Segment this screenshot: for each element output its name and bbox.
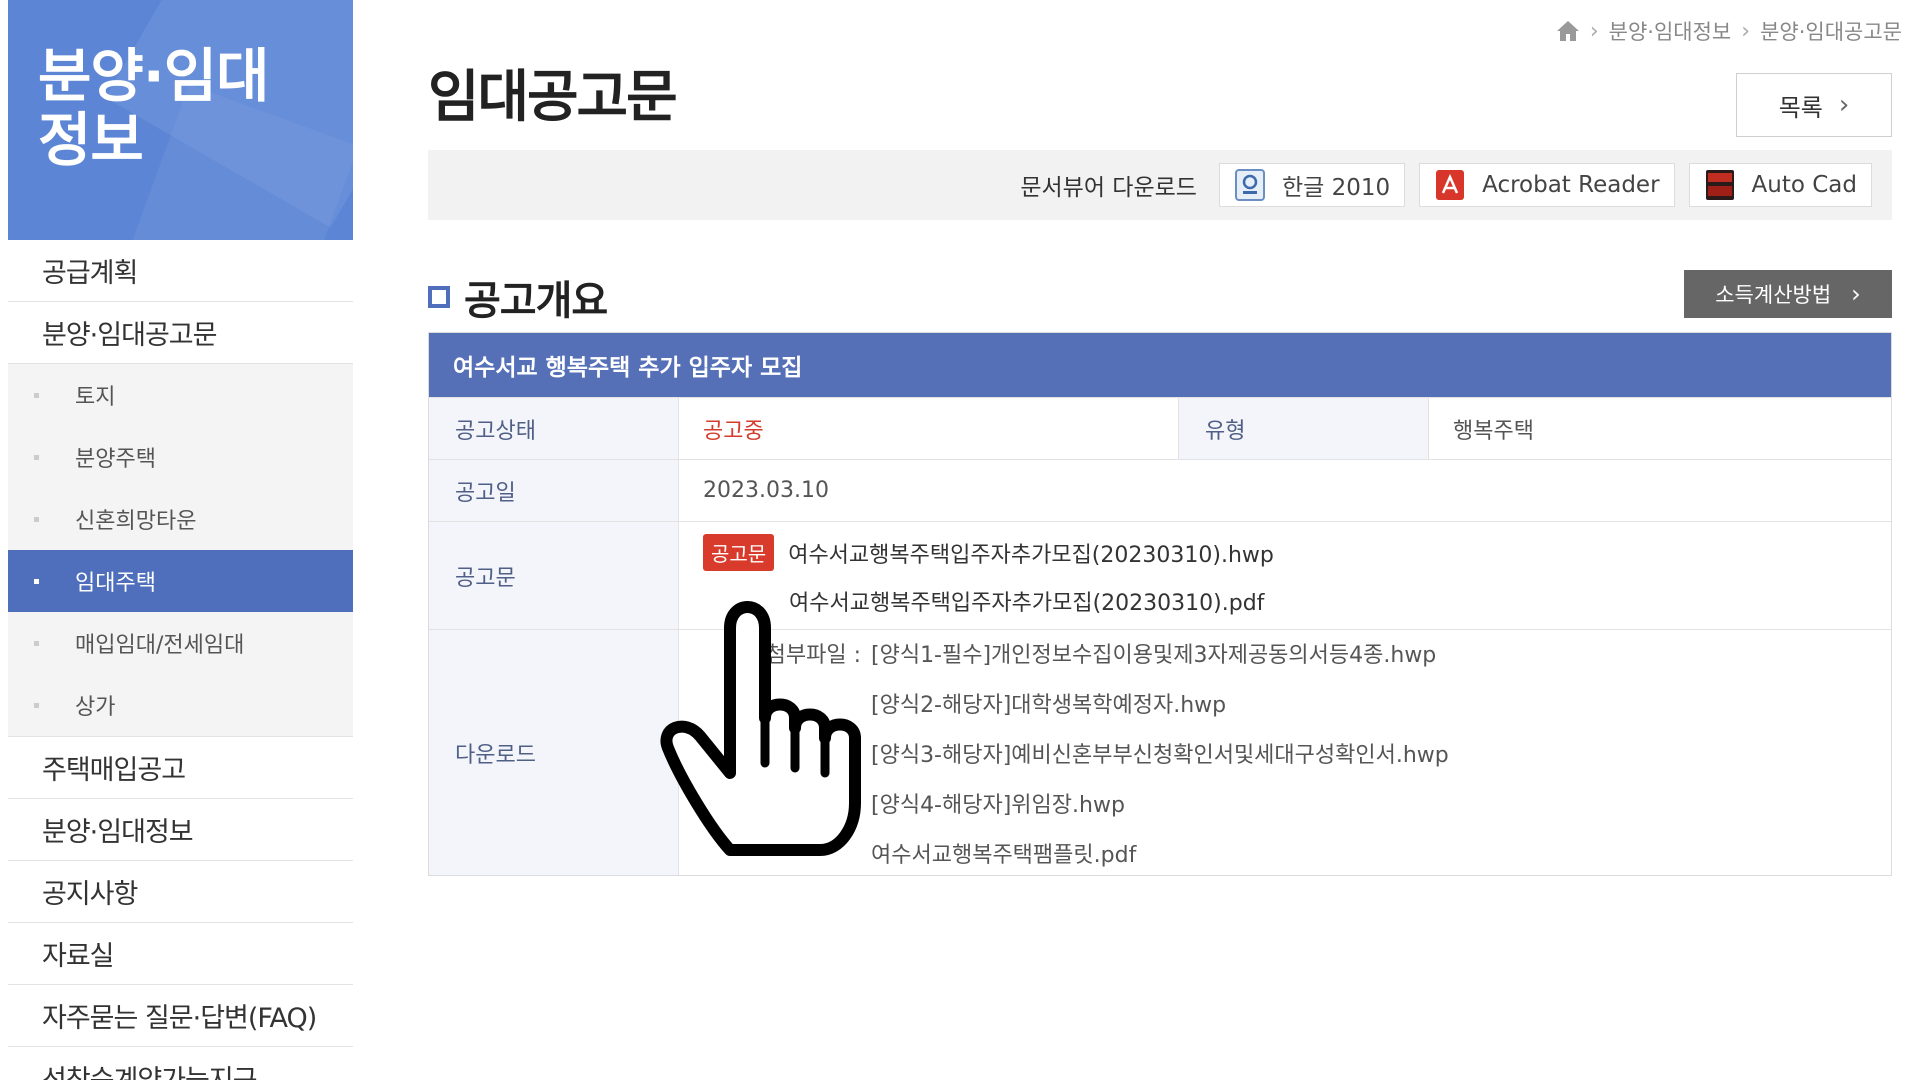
sidebar-sub-shops[interactable]: 상가 (8, 674, 353, 736)
doc-file-pdf-link[interactable]: 여수서교행복주택입주자추가모집(20230310).pdf (789, 585, 1264, 617)
sidebar-item-faq[interactable]: 자주묻는 질문·답변(FAQ) (8, 985, 353, 1047)
bullet-icon (34, 640, 39, 646)
table-row: 공고상태 공고중 유형 행복주택 (429, 397, 1891, 459)
breadcrumb-item-notices[interactable]: 분양·임대공고문 (1760, 16, 1902, 46)
page-title: 임대공고문 (428, 65, 678, 130)
bullet-icon (34, 454, 39, 460)
sidebar-sub-newlywed-town[interactable]: 신혼희망타운 (8, 488, 353, 550)
section-heading: 공고개요 (428, 268, 608, 326)
list-item: [양식2-해당자]대학생복학예정자.hwp (703, 687, 1449, 719)
autocad-download-button[interactable]: Auto Cad (1688, 163, 1872, 207)
sidebar-sub-land[interactable]: 토지 (8, 364, 353, 426)
chevron-right-icon: › (1838, 90, 1850, 120)
sidebar-sub-sale-housing[interactable]: 분양주택 (8, 426, 353, 488)
date-label: 공고일 (429, 460, 679, 521)
bullet-icon (34, 578, 39, 584)
attachment-link[interactable]: 여수서교행복주택팸플릿.pdf (871, 837, 1136, 869)
sidebar: 분양·임대 정보 공급계획 분양·임대공고문 토지 분양주택 신혼희망타운 임대… (8, 0, 353, 1080)
attachment-link[interactable]: [양식3-해당자]예비신혼부부신청확인서및세대구성확인서.hwp (871, 737, 1449, 769)
date-value: 2023.03.10 (679, 460, 1891, 521)
notice-info-table: 여수서교 행복주택 추가 입주자 모집 공고상태 공고중 유형 행복주택 공고일… (428, 332, 1892, 876)
hangul-download-button[interactable]: 한글 2010 (1218, 163, 1406, 207)
doc-file-pdf[interactable]: 여수서교행복주택입주자추가모집(20230310).pdf (703, 585, 1264, 617)
bullet-icon (34, 702, 39, 708)
sidebar-sub-purchase-rental[interactable]: 매입임대/전세임대 (8, 612, 353, 674)
list-item: 여수서교행복주택팸플릿.pdf (703, 837, 1449, 869)
breadcrumb-item-sale-info[interactable]: 분양·임대정보 (1609, 16, 1732, 46)
attachment-list: 첨부파일 : [양식1-필수]개인정보수집이용및제3자제공동의서등4종.hwp … (703, 637, 1449, 869)
viewer-download-label: 문서뷰어 다운로드 (1020, 175, 1197, 201)
autocad-icon (1704, 169, 1736, 201)
download-label: 다운로드 (429, 630, 679, 875)
sidebar-item-sale-info[interactable]: 분양·임대정보 (8, 799, 353, 861)
list-button-label: 목록 (1778, 93, 1823, 122)
sidebar-item-housing-purchase[interactable]: 주택매입공고 (8, 737, 353, 799)
bullet-icon (34, 392, 39, 398)
section-title: 공고개요 (464, 278, 608, 324)
status-value: 공고중 (679, 398, 1179, 459)
chevron-right-icon: › (1589, 18, 1599, 44)
sidebar-title: 분양·임대 정보 (38, 42, 269, 174)
doc-file-hwp[interactable]: 공고문 여수서교행복주택입주자추가모집(20230310).hwp (703, 534, 1274, 571)
sidebar-item-announcements[interactable]: 공지사항 (8, 861, 353, 923)
sidebar-item-first-come[interactable]: 선착순계약가능지구 (8, 1047, 353, 1080)
viewer-download-bar: 문서뷰어 다운로드 한글 2010 Acrobat Reader Auto Ca… (428, 150, 1892, 220)
sidebar-submenu: 토지 분양주택 신혼희망타운 임대주택 매입임대/전세임대 상가 (8, 364, 353, 737)
doc-file-hwp-link[interactable]: 여수서교행복주택입주자추가모집(20230310).hwp (788, 537, 1274, 569)
acrobat-icon (1434, 169, 1466, 201)
sidebar-item-archive[interactable]: 자료실 (8, 923, 353, 985)
sidebar-sub-rental-housing[interactable]: 임대주택 (8, 550, 353, 612)
doc-label: 공고문 (429, 522, 679, 629)
sidebar-header: 분양·임대 정보 (8, 0, 353, 240)
acrobat-download-button[interactable]: Acrobat Reader (1419, 163, 1675, 207)
type-label: 유형 (1179, 398, 1429, 459)
attachment-label: 첨부파일 : (765, 642, 861, 668)
chevron-right-icon: › (1851, 280, 1861, 308)
home-icon[interactable] (1556, 20, 1580, 42)
sidebar-item-supply-plan[interactable]: 공급계획 (8, 240, 353, 302)
list-item: [양식4-해당자]위임장.hwp (703, 787, 1449, 819)
list-button[interactable]: 목록 › (1736, 73, 1892, 137)
table-row: 공고문 공고문 여수서교행복주택입주자추가모집(20230310).hwp 여수… (429, 521, 1891, 629)
sidebar-item-notices[interactable]: 분양·임대공고문 (8, 302, 353, 364)
attachment-link[interactable]: [양식2-해당자]대학생복학예정자.hwp (871, 687, 1226, 719)
breadcrumb: › 분양·임대정보 › 분양·임대공고문 (1556, 16, 1902, 46)
table-row: 다운로드 첨부파일 : [양식1-필수]개인정보수집이용및제3자제공동의서등4종… (429, 629, 1891, 875)
income-calc-button[interactable]: 소득계산방법 › (1684, 270, 1892, 318)
attachment-link[interactable]: [양식4-해당자]위임장.hwp (871, 787, 1125, 819)
notice-title: 여수서교 행복주택 추가 입주자 모집 (429, 333, 1891, 397)
square-bullet-icon (428, 286, 450, 308)
list-item: [양식3-해당자]예비신혼부부신청확인서및세대구성확인서.hwp (703, 737, 1449, 769)
status-label: 공고상태 (429, 398, 679, 459)
type-value: 행복주택 (1429, 398, 1891, 459)
doc-badge: 공고문 (703, 534, 775, 571)
table-row: 공고일 2023.03.10 (429, 459, 1891, 521)
chevron-right-icon: › (1741, 18, 1751, 44)
list-item: 첨부파일 : [양식1-필수]개인정보수집이용및제3자제공동의서등4종.hwp (703, 637, 1449, 669)
hangul-icon (1234, 169, 1266, 201)
attachment-link[interactable]: [양식1-필수]개인정보수집이용및제3자제공동의서등4종.hwp (871, 637, 1436, 669)
bullet-icon (34, 516, 39, 522)
